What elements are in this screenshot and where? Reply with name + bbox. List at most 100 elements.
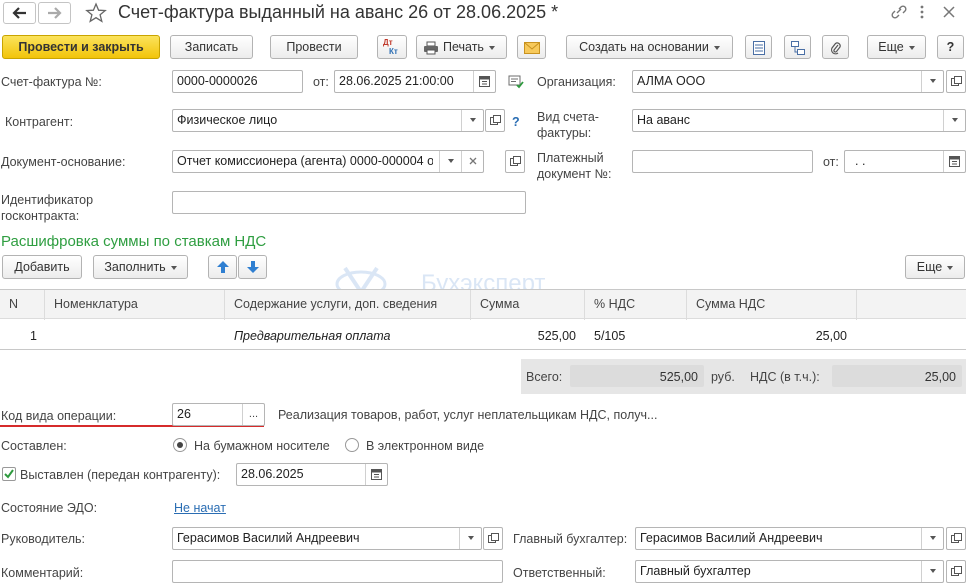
- payment-date-input[interactable]: . .: [844, 150, 966, 173]
- column-header-vat-sum[interactable]: Сумма НДС: [696, 297, 765, 311]
- chevron-down-icon: [713, 45, 720, 50]
- clear-x-icon: [469, 157, 476, 165]
- email-button[interactable]: [517, 35, 546, 59]
- calendar-button[interactable]: [365, 464, 387, 485]
- head-open-button[interactable]: [483, 527, 503, 550]
- electronic-radio[interactable]: [345, 438, 359, 452]
- vat-table-header: N Номенклатура Содержание услуги, доп. с…: [0, 289, 966, 320]
- invoice-kind-select[interactable]: На аванс: [632, 109, 966, 132]
- paper-radio-label[interactable]: На бумажном носителе: [194, 439, 330, 454]
- chevron-down-icon: [447, 158, 454, 163]
- invoice-kind-dropdown-button[interactable]: [943, 110, 965, 131]
- post-and-close-button[interactable]: Провести и закрыть: [2, 35, 160, 59]
- add-row-button[interactable]: Добавить: [2, 255, 82, 279]
- organization-open-button[interactable]: [946, 70, 966, 93]
- paper-radio[interactable]: [173, 438, 187, 452]
- move-up-button[interactable]: [208, 255, 237, 279]
- column-header-item[interactable]: Номенклатура: [54, 297, 138, 311]
- chevron-down-icon: [929, 568, 936, 573]
- contractor-open-button[interactable]: [485, 109, 505, 132]
- head-dropdown-button[interactable]: [459, 528, 481, 549]
- base-document-clear-button[interactable]: [461, 151, 483, 172]
- list-icon: [753, 41, 765, 55]
- move-down-button[interactable]: [238, 255, 267, 279]
- base-document-input[interactable]: Отчет комиссионера (агента) 0000-000004 …: [172, 150, 484, 173]
- responsible-dropdown-button[interactable]: [921, 561, 943, 582]
- print-button[interactable]: Печать: [416, 35, 507, 59]
- more-vertical-icon[interactable]: [917, 4, 927, 20]
- attach-button[interactable]: [822, 35, 849, 59]
- fill-label: Заполнить: [104, 260, 166, 274]
- create-based-on-button[interactable]: Создать на основании: [566, 35, 733, 59]
- edo-status-link[interactable]: Не начат: [174, 501, 226, 516]
- comment-label: Комментарий:: [1, 566, 84, 580]
- open-window-icon: [488, 533, 499, 543]
- row-sum: 525,00: [537, 329, 576, 343]
- favorite-star-icon[interactable]: [85, 2, 107, 24]
- column-header-sum[interactable]: Сумма: [480, 297, 519, 311]
- currency-label: руб.: [711, 370, 735, 384]
- chief-accountant-dropdown-button[interactable]: [921, 528, 943, 549]
- comment-input[interactable]: [172, 560, 503, 583]
- chevron-down-icon: [951, 117, 958, 122]
- responsible-input[interactable]: Главный бухгалтер: [635, 560, 944, 583]
- forward-button[interactable]: [38, 2, 71, 24]
- head-input[interactable]: Герасимов Василий Андреевич: [172, 527, 482, 550]
- chevron-down-icon: [488, 45, 495, 50]
- dt-kt-icon: Дт Кт: [383, 38, 398, 56]
- organization-label: Организация:: [537, 75, 616, 89]
- invoice-number-input[interactable]: 0000-0000026: [172, 70, 303, 93]
- dt-kt-button[interactable]: Дт Кт: [377, 35, 407, 59]
- operation-code-input[interactable]: 26 ...: [172, 403, 265, 426]
- post-button[interactable]: Провести: [270, 35, 358, 59]
- open-window-icon: [510, 156, 521, 166]
- chief-accountant-open-button[interactable]: [946, 527, 966, 550]
- issued-date-input[interactable]: 28.06.2025: [236, 463, 388, 486]
- base-document-dropdown-button[interactable]: [439, 151, 461, 172]
- column-header-n[interactable]: N: [9, 297, 18, 311]
- close-icon[interactable]: [941, 4, 957, 20]
- arrow-right-icon: [48, 7, 62, 19]
- document-check-icon[interactable]: [508, 75, 524, 89]
- save-button[interactable]: Записать: [170, 35, 253, 59]
- chief-accountant-input[interactable]: Герасимов Василий Андреевич: [635, 527, 944, 550]
- calendar-icon: [479, 76, 490, 87]
- head-label: Руководитель:: [1, 532, 86, 546]
- responsible-label: Ответственный:: [513, 566, 606, 580]
- organization-input[interactable]: АЛМА ООО: [632, 70, 944, 93]
- contractor-help-icon[interactable]: ?: [512, 115, 520, 130]
- operation-code-choose-button[interactable]: ...: [242, 404, 264, 425]
- gov-contract-id-input[interactable]: [172, 191, 526, 214]
- back-button[interactable]: [3, 2, 36, 24]
- list-view-button[interactable]: [745, 35, 772, 59]
- gov-contract-id-label: Идентификатор госконтракта:: [1, 193, 94, 223]
- checkmark-icon: [4, 469, 14, 479]
- base-document-open-button[interactable]: [505, 150, 525, 173]
- structure-button[interactable]: [784, 35, 811, 59]
- help-button[interactable]: ?: [937, 35, 964, 59]
- calendar-button[interactable]: [943, 151, 965, 172]
- hierarchy-icon: [791, 41, 805, 55]
- electronic-radio-label[interactable]: В электронном виде: [366, 439, 484, 454]
- issued-checkbox[interactable]: [2, 467, 16, 481]
- more-button[interactable]: Еще: [867, 35, 926, 59]
- vat-section-title: Расшифровка суммы по ставкам НДС: [1, 233, 267, 250]
- row-content: Предварительная оплата: [234, 329, 391, 343]
- calendar-button[interactable]: [473, 71, 495, 92]
- open-window-icon: [490, 115, 501, 125]
- table-more-button[interactable]: Еще: [905, 255, 965, 279]
- link-icon[interactable]: [890, 4, 908, 20]
- organization-dropdown-button[interactable]: [921, 71, 943, 92]
- invoice-date-input[interactable]: 28.06.2025 21:00:00: [334, 70, 496, 93]
- fill-button[interactable]: Заполнить: [93, 255, 188, 279]
- window-title: Счет-фактура выданный на аванс 26 от 28.…: [118, 2, 559, 22]
- total-label: Всего:: [526, 370, 563, 384]
- column-header-vat-rate[interactable]: % НДС: [594, 297, 635, 311]
- column-header-content[interactable]: Содержание услуги, доп. сведения: [234, 297, 437, 311]
- open-window-icon: [951, 533, 962, 543]
- contractor-input[interactable]: Физическое лицо: [172, 109, 484, 132]
- row-vat-sum: 25,00: [815, 329, 847, 343]
- contractor-dropdown-button[interactable]: [461, 110, 483, 131]
- payment-document-number-input[interactable]: [632, 150, 813, 173]
- responsible-open-button[interactable]: [946, 560, 966, 583]
